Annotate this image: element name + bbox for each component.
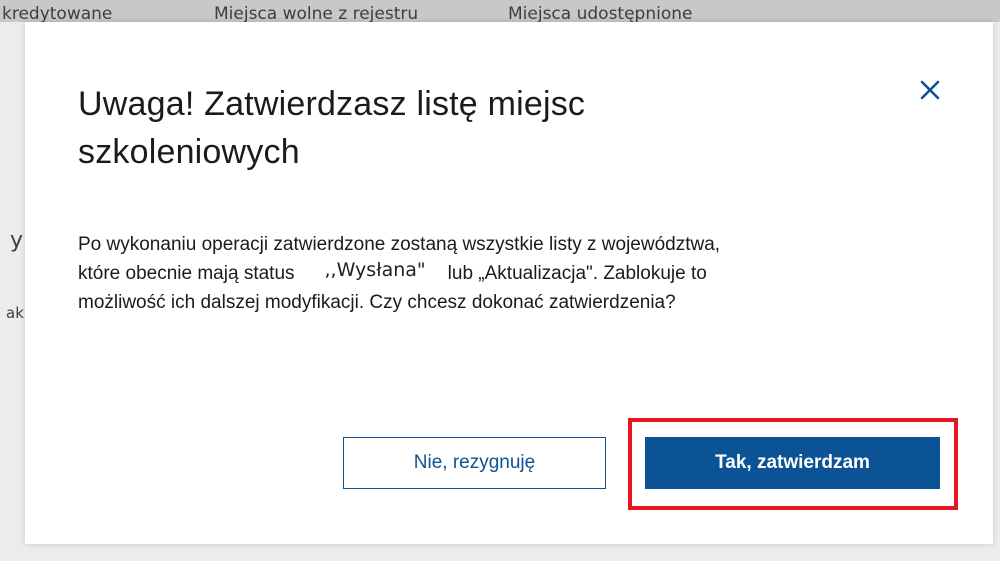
close-icon — [920, 80, 940, 100]
cancel-button[interactable]: Nie, rezygnuję — [343, 437, 606, 489]
confirmation-dialog: Uwaga! Zatwierdzasz listę miejsc szkolen… — [25, 22, 993, 544]
dialog-message: Po wykonaniu operacji zatwierdzone zosta… — [78, 230, 938, 317]
close-button[interactable] — [910, 70, 950, 110]
message-line: Po wykonaniu operacji zatwierdzone zosta… — [78, 234, 721, 255]
message-text: które obecnie mają status — [78, 263, 295, 284]
message-text: lub „Aktualizacja". Zablokuje to — [447, 263, 707, 284]
status-value: ,,Wysłana" — [324, 259, 426, 281]
message-line: które obecnie mają status ,,Wysłana" lub „… — [78, 259, 938, 288]
message-line: możliwość ich dalszej modyfikacji. Czy c… — [78, 292, 676, 313]
dialog-title: Uwaga! Zatwierdzasz listę miejsc szkolen… — [78, 85, 586, 171]
confirm-button[interactable]: Tak, zatwierdzam — [645, 437, 940, 489]
